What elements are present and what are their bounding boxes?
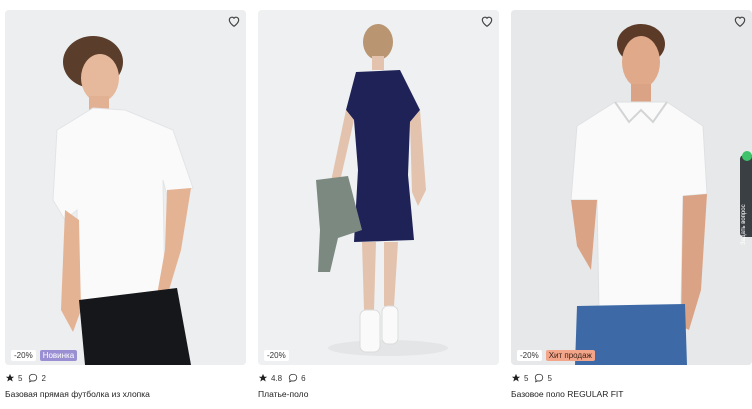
product-photo[interactable]: -20% Новинка bbox=[5, 10, 246, 365]
favorite-heart-icon[interactable] bbox=[733, 14, 747, 28]
product-card[interactable]: -20% 4.8 6 Платье-поло bbox=[258, 10, 499, 399]
product-photo[interactable]: -20% Хит продаж bbox=[511, 10, 752, 365]
product-photo[interactable]: -20% bbox=[258, 10, 499, 365]
discount-badge: -20% bbox=[517, 350, 542, 361]
product-card[interactable]: -20% Новинка 5 2 Базовая прямая футболка… bbox=[5, 10, 246, 399]
online-indicator bbox=[742, 151, 752, 161]
discount-badge: -20% bbox=[264, 350, 289, 361]
rating-value: 4.8 bbox=[271, 373, 283, 383]
bestseller-badge: Хит продаж bbox=[545, 350, 595, 361]
speech-bubble-icon bbox=[288, 373, 298, 383]
favorite-heart-icon[interactable] bbox=[480, 14, 494, 28]
product-title[interactable]: Базовая прямая футболка из хлопка bbox=[5, 389, 246, 399]
badges: -20% bbox=[264, 350, 289, 361]
reviews-count: 2 bbox=[41, 373, 46, 383]
product-title[interactable]: Платье-поло bbox=[258, 389, 499, 399]
model-dress-image bbox=[258, 10, 499, 365]
speech-bubble-icon bbox=[29, 373, 38, 383]
rating-row: 5 2 bbox=[5, 372, 246, 384]
star-icon bbox=[258, 373, 268, 382]
model-polo-image bbox=[511, 10, 752, 365]
favorite-heart-icon[interactable] bbox=[227, 14, 241, 28]
rating-value: 5 bbox=[18, 373, 23, 383]
ask-question-label: Задать вопрос bbox=[741, 204, 747, 245]
product-card[interactable]: -20% Хит продаж 5 5 Базовое поло REGULAR… bbox=[511, 10, 752, 399]
model-tshirt-image bbox=[5, 10, 246, 365]
reviews-count: 5 bbox=[547, 373, 552, 383]
rating-row: 5 5 bbox=[511, 372, 752, 384]
rating-value: 5 bbox=[524, 373, 529, 383]
star-icon bbox=[511, 373, 521, 382]
discount-badge: -20% bbox=[11, 350, 36, 361]
product-title[interactable]: Базовое поло REGULAR FIT bbox=[511, 389, 752, 399]
reviews-count: 6 bbox=[301, 373, 306, 383]
badges: -20% Новинка bbox=[11, 350, 78, 361]
star-icon bbox=[5, 373, 15, 382]
ask-question-button[interactable]: Задать вопрос bbox=[740, 151, 752, 245]
product-grid: -20% Новинка 5 2 Базовая прямая футболка… bbox=[0, 0, 752, 409]
speech-bubble-icon bbox=[535, 373, 544, 383]
new-badge: Новинка bbox=[39, 350, 78, 361]
rating-row: 4.8 6 bbox=[258, 372, 499, 384]
badges: -20% Хит продаж bbox=[517, 350, 595, 361]
